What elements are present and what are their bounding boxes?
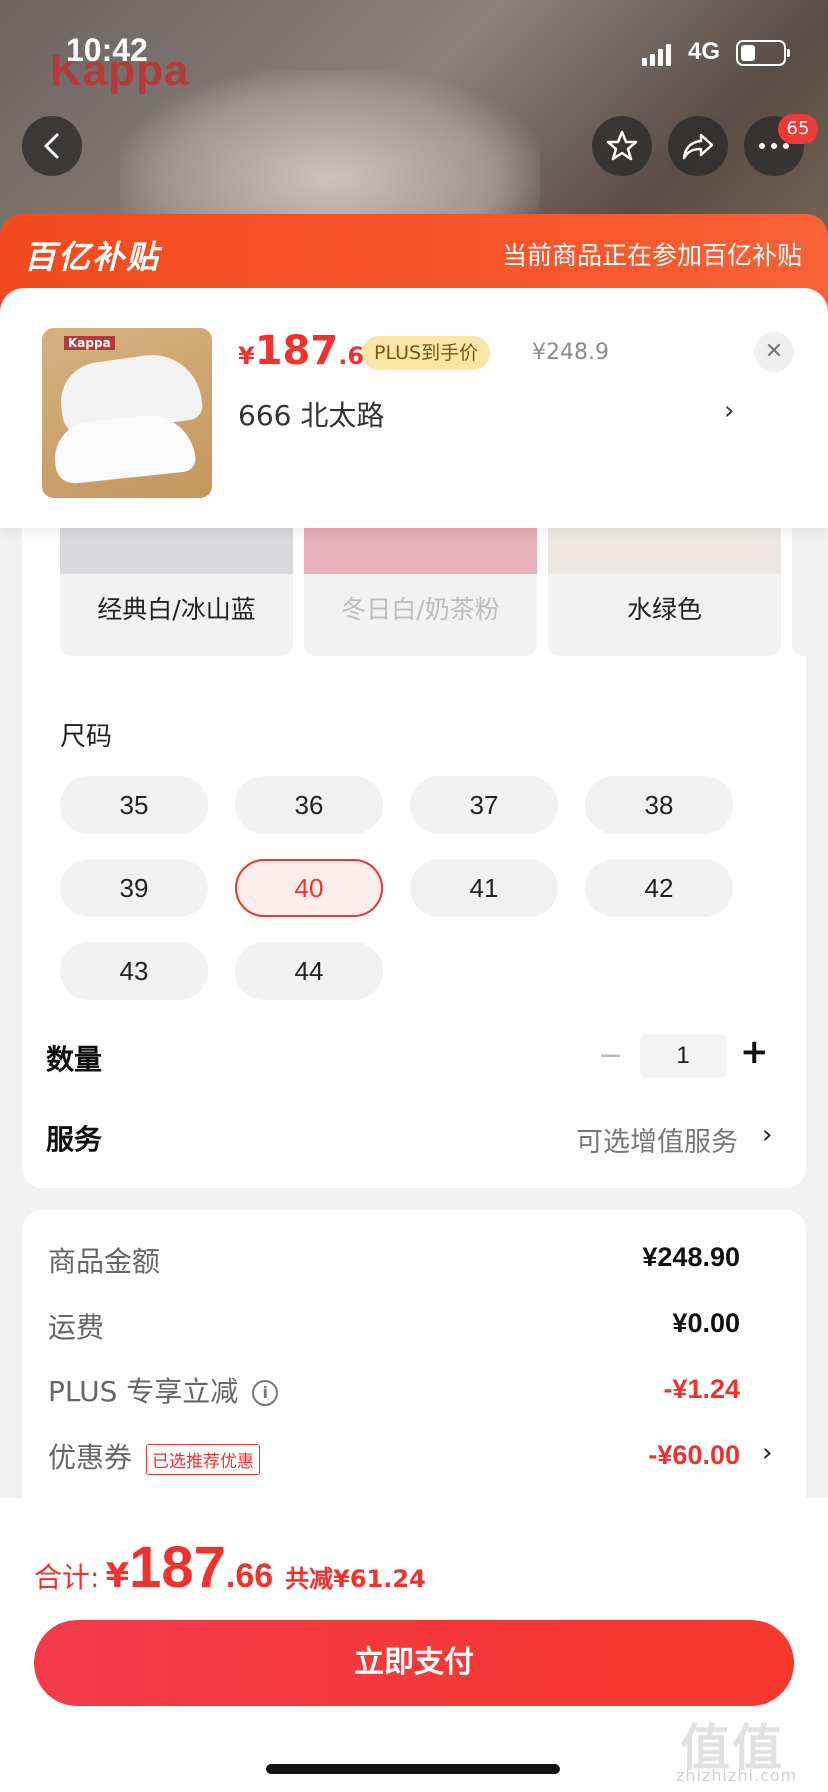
battery-icon [736, 40, 790, 66]
chevron-right-icon[interactable]: › [762, 1438, 772, 1468]
price-summary: 商品金额 ¥248.90 运费 ¥0.00 PLUS 专享立减 i -¥1.24 … [22, 1210, 806, 1510]
pay-now-button[interactable]: 立即支付 [34, 1620, 794, 1706]
share-icon [682, 133, 714, 160]
more-icon [759, 143, 789, 149]
color-label: 冬日白/奶茶粉 [341, 595, 500, 624]
original-price: ¥248.9 [532, 340, 609, 365]
quantity-input[interactable]: 1 [640, 1034, 726, 1078]
plus-discount-label: PLUS 专享立减 [48, 1375, 239, 1408]
network-type: 4G [688, 38, 721, 65]
size-option[interactable]: 41 [410, 859, 558, 917]
product-price: ¥ 187 .66 [238, 328, 381, 374]
total-decimal: .66 [225, 1557, 274, 1595]
chevron-right-icon[interactable]: › [724, 396, 734, 426]
coupon-row[interactable]: 优惠券 已选推荐优惠 [48, 1436, 261, 1476]
total-price: 合计: ¥ 187 .66 共减¥61.24 [34, 1534, 426, 1601]
size-option[interactable]: 43 [60, 942, 208, 1000]
color-swatch [304, 526, 537, 574]
size-option[interactable]: 36 [235, 776, 383, 834]
price-integer: 187 [254, 328, 339, 374]
color-option-disabled[interactable]: 冬日白/奶茶粉 [304, 526, 537, 656]
plus-price-tag: PLUS到手价 [362, 336, 491, 370]
price-currency: ¥ [238, 342, 255, 370]
total-integer: 187 [129, 1535, 226, 1600]
close-button[interactable]: ✕ [754, 332, 794, 372]
checkout-bar: 合计: ¥ 187 .66 共减¥61.24 立即支付 值值值 zhizhizh… [0, 1498, 828, 1792]
shipping-value: ¥0.00 [672, 1308, 740, 1338]
delivery-address[interactable]: 666 北太路 [238, 394, 384, 434]
quantity-minus-button[interactable]: − [598, 1038, 623, 1073]
plus-discount-row: PLUS 专享立减 i [48, 1370, 279, 1410]
chevron-left-icon [44, 133, 59, 159]
total-currency: ¥ [105, 1556, 130, 1596]
color-option-partial[interactable] [792, 526, 828, 656]
home-indicator[interactable] [266, 1764, 560, 1774]
goods-amount-value: ¥248.90 [642, 1242, 740, 1272]
product-thumbnail: Kappa [42, 328, 212, 498]
size-option[interactable]: 44 [235, 942, 383, 1000]
color-swatch [548, 526, 781, 574]
favorite-button[interactable] [592, 116, 652, 176]
plus-discount-value: -¥1.24 [663, 1374, 740, 1404]
total-saved: 共减¥61.24 [285, 1565, 426, 1593]
size-option[interactable]: 37 [410, 776, 558, 834]
quantity-plus-button[interactable]: + [740, 1032, 769, 1072]
notification-badge: 65 [778, 114, 818, 144]
chevron-right-icon[interactable]: › [762, 1120, 772, 1150]
size-option[interactable]: 39 [60, 859, 208, 917]
service-value[interactable]: 可选增值服务 [576, 1120, 738, 1159]
info-icon[interactable]: i [252, 1380, 279, 1406]
subsidy-logo: 百亿补贴 [24, 238, 161, 276]
size-option-selected[interactable]: 40 [235, 859, 383, 917]
subsidy-info: 当前商品正在参加百亿补贴 [501, 241, 802, 270]
color-swatch [60, 526, 293, 574]
goods-amount-label: 商品金额 [48, 1245, 161, 1278]
total-label: 合计: [34, 1561, 100, 1594]
share-button[interactable] [668, 116, 728, 176]
color-label: 经典白/冰山蓝 [97, 595, 256, 624]
signal-icon [642, 44, 672, 66]
quantity-label: 数量 [46, 1043, 103, 1076]
product-summary-card: Kappa ¥ 187 .66 PLUS到手价 ¥248.9 ✕ 666 北太路… [0, 288, 828, 528]
star-icon [606, 130, 638, 161]
coupon-label: 优惠券 [48, 1441, 133, 1474]
shipping-label: 运费 [48, 1311, 105, 1344]
service-label: 服务 [46, 1123, 103, 1156]
color-option[interactable]: 水绿色 [548, 526, 781, 656]
coupon-tag: 已选推荐优惠 [146, 1443, 261, 1475]
coupon-value[interactable]: -¥60.00 [648, 1440, 740, 1471]
status-bar: 10:42 4G [0, 0, 828, 100]
size-option[interactable]: 38 [585, 776, 733, 834]
status-time: 10:42 [66, 32, 148, 68]
thumb-brand: Kappa [64, 336, 115, 350]
back-button[interactable] [22, 116, 82, 176]
watermark-url: zhizhizhi.com [676, 1766, 798, 1785]
size-option[interactable]: 42 [585, 859, 733, 917]
color-label: 水绿色 [626, 595, 702, 624]
size-option[interactable]: 35 [60, 776, 208, 834]
color-option[interactable]: 经典白/冰山蓝 [60, 526, 293, 656]
size-section-title: 尺码 [60, 722, 113, 752]
